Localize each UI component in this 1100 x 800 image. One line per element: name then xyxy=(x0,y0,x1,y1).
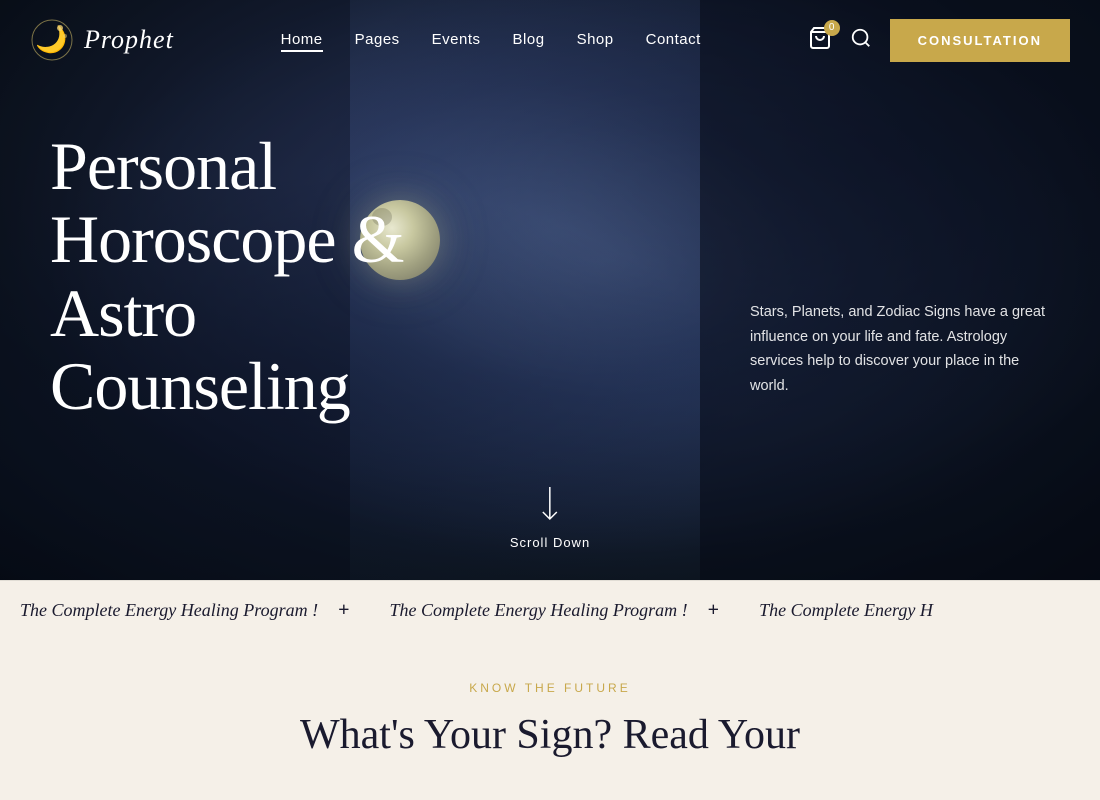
ticker-text-1: The Complete Energy Healing Program ! xyxy=(390,600,688,621)
headline-line2: Horoscope & xyxy=(50,203,403,276)
scroll-down-button[interactable]: Scroll Down xyxy=(510,487,590,550)
ticker-plus-0: + xyxy=(338,599,349,622)
headline-line4: Counseling xyxy=(50,350,403,423)
nav-item-pages[interactable]: Pages xyxy=(355,31,400,49)
nav-links: Home Pages Events Blog Shop Contact xyxy=(281,31,701,49)
nav-item-events[interactable]: Events xyxy=(432,31,481,49)
navbar: 🌙 Prophet Home Pages Events Blog Shop xyxy=(0,0,1100,80)
nav-link-home[interactable]: Home xyxy=(281,31,323,52)
headline-line1: Personal xyxy=(50,130,403,203)
ticker-text-2: The Complete Energy H xyxy=(759,600,933,621)
nav-item-blog[interactable]: Blog xyxy=(513,31,545,49)
ticker-content: The Complete Energy Healing Program ! + … xyxy=(0,599,953,622)
nav-link-pages[interactable]: Pages xyxy=(355,31,400,48)
nav-link-events[interactable]: Events xyxy=(432,31,481,48)
logo[interactable]: 🌙 Prophet xyxy=(30,18,174,62)
hero-right-overlay xyxy=(700,0,1100,580)
scroll-down-label: Scroll Down xyxy=(510,535,590,550)
bottom-headline: What's Your Sign? Read Your xyxy=(300,711,800,759)
search-button[interactable] xyxy=(850,27,872,54)
scroll-arrow-icon xyxy=(538,487,562,527)
hero-headline: Personal Horoscope & Astro Counseling xyxy=(50,130,403,424)
ticker-item-2: The Complete Energy Healing Program ! + xyxy=(370,599,740,622)
consultation-button[interactable]: CONSULTATION xyxy=(890,19,1070,62)
ticker-plus-1: + xyxy=(708,599,719,622)
ticker-item-3: The Complete Energy H xyxy=(739,600,953,621)
ticker-bar: The Complete Energy Healing Program ! + … xyxy=(0,580,1100,640)
cart-badge: 0 xyxy=(824,20,840,36)
hero-section: 🌙 Prophet Home Pages Events Blog Shop xyxy=(0,0,1100,580)
nav-item-home[interactable]: Home xyxy=(281,31,323,49)
nav-link-shop[interactable]: Shop xyxy=(577,31,614,48)
nav-link-blog[interactable]: Blog xyxy=(513,31,545,48)
cart-button[interactable]: 0 xyxy=(808,26,832,55)
nav-item-contact[interactable]: Contact xyxy=(646,31,701,49)
nav-right: 0 CONSULTATION xyxy=(808,19,1070,62)
ticker-text-0: The Complete Energy Healing Program ! xyxy=(20,600,318,621)
nav-link-contact[interactable]: Contact xyxy=(646,31,701,48)
bottom-section: KNOW THE FUTURE What's Your Sign? Read Y… xyxy=(0,640,1100,800)
know-future-label: KNOW THE FUTURE xyxy=(469,681,630,695)
headline-line3: Astro xyxy=(50,277,403,350)
search-icon xyxy=(850,27,872,49)
ticker-item-1: The Complete Energy Healing Program ! + xyxy=(0,599,370,622)
nav-item-shop[interactable]: Shop xyxy=(577,31,614,49)
logo-icon: 🌙 xyxy=(30,18,74,62)
logo-text: Prophet xyxy=(84,25,174,55)
hero-description: Stars, Planets, and Zodiac Signs have a … xyxy=(750,300,1050,399)
